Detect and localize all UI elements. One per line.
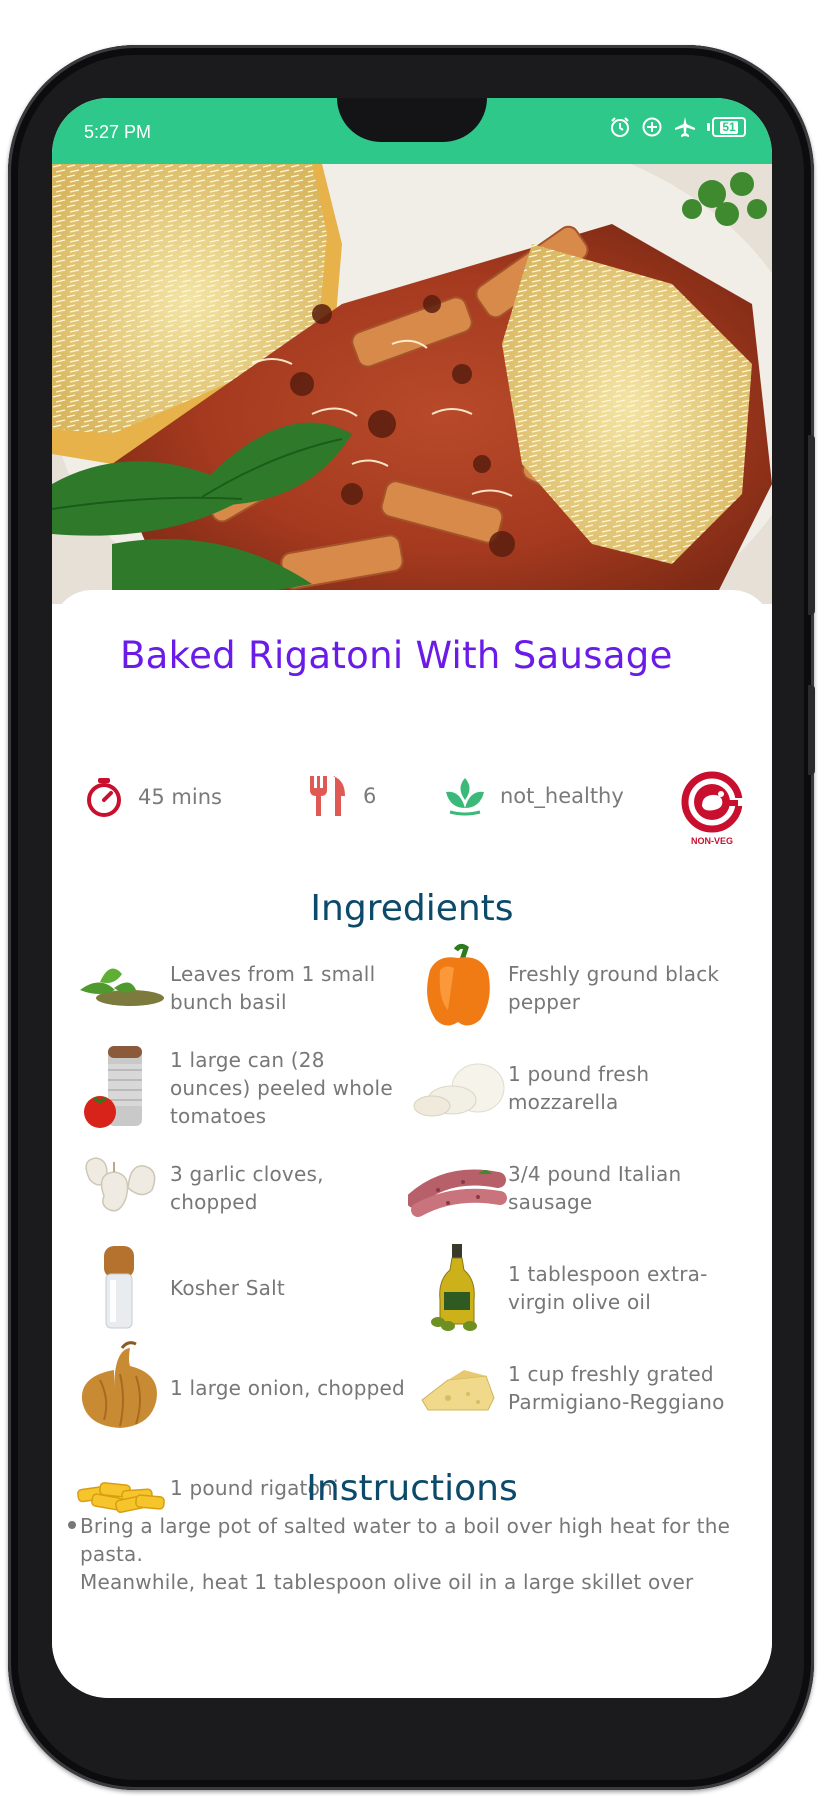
leaf-icon <box>446 778 484 816</box>
ingredient-text: Kosher Salt <box>170 1275 285 1300</box>
status-time: 5:27 PM <box>84 122 152 142</box>
instruction-line: Bring a large pot of salted water to a b… <box>80 1514 731 1566</box>
ingredient-item: 1 tablespoon extra-virgin olive oil <box>408 1240 748 1335</box>
status-icons: 51 <box>609 116 746 138</box>
ingredient-text: 1 large can (28 ounces) peeled whole tom… <box>170 1047 393 1128</box>
ingredient-text: 1 tablespoon extra-virgin olive oil <box>508 1261 708 1314</box>
tomato-can-icon <box>84 1046 142 1128</box>
ingredient-item: 3 garlic cloves, chopped <box>70 1140 410 1235</box>
recipe-hero-image <box>52 164 772 604</box>
ingredient-item: 1 large onion, chopped <box>70 1340 410 1435</box>
cook-time: 45 mins <box>84 776 222 818</box>
salt-shaker-icon <box>104 1246 134 1329</box>
health-value: not_healthy <box>500 784 624 808</box>
chicken-icon <box>681 771 744 833</box>
airplane-icon <box>675 117 695 137</box>
sausage-icon <box>408 1169 507 1217</box>
servings: 6 <box>307 774 376 818</box>
ingredients-heading: Ingredients <box>310 888 514 929</box>
non-veg-label: NON-VEG <box>690 836 733 846</box>
screen: 5:27 PM 51 Baked Rigatoni With Sausage 4… <box>52 98 772 1698</box>
instruction-line: Meanwhile, heat 1 tablespoon olive oil i… <box>80 1570 694 1594</box>
ingredient-item: Kosher Salt <box>70 1240 410 1335</box>
bullet-dot <box>68 1521 76 1529</box>
ingredient-text: 1 pound fresh mozzarella <box>508 1061 650 1114</box>
ingredient-text: Leaves from 1 small bunch basil <box>170 961 376 1014</box>
ingredient-item: 1 large can (28 ounces) peeled whole tom… <box>70 1040 410 1135</box>
timer-icon <box>87 778 121 817</box>
battery-level: 51 <box>720 119 738 134</box>
ingredient-item: 1 pound fresh mozzarella <box>408 1040 748 1135</box>
health-status: not_healthy <box>444 776 624 816</box>
instructions-text: Bring a large pot of salted water to a b… <box>68 1512 744 1596</box>
basil-icon <box>80 968 164 1006</box>
ingredient-text: 3/4 pound Italian sausage <box>508 1161 682 1214</box>
ingredient-text: 3 garlic cloves, chopped <box>170 1161 324 1214</box>
notch <box>337 98 487 142</box>
data-saver-icon <box>642 117 662 137</box>
cutlery-icon <box>310 776 345 816</box>
power-button <box>808 685 815 775</box>
ingredient-item: 1 cup freshly grated Parmigiano-Reggiano <box>408 1340 748 1435</box>
ingredient-item: 3/4 pound Italian sausage <box>408 1140 748 1235</box>
mozzarella-icon <box>413 1063 505 1117</box>
recipe-title: Baked Rigatoni With Sausage <box>120 634 673 677</box>
ingredient-text: 1 cup freshly grated Parmigiano-Reggiano <box>508 1361 725 1414</box>
garlic-icon <box>85 1157 156 1212</box>
parmesan-icon <box>421 1370 495 1411</box>
ingredient-text: 1 large onion, chopped <box>170 1375 405 1400</box>
volume-button <box>808 435 815 615</box>
bell-pepper-icon <box>427 943 490 1026</box>
alarm-icon <box>611 117 629 137</box>
servings-value: 6 <box>363 784 377 808</box>
olive-oil-icon <box>431 1244 477 1331</box>
ingredient-item: Leaves from 1 small bunch basil <box>70 940 410 1035</box>
battery-icon: 51 <box>707 117 746 137</box>
ingredient-item: Freshly ground black pepper <box>408 940 748 1035</box>
ingredient-text: Freshly ground black pepper <box>508 961 720 1014</box>
onion-icon <box>81 1341 157 1428</box>
recipe-card: Baked Rigatoni With Sausage 45 mins 6 no… <box>52 590 772 1698</box>
cook-time-value: 45 mins <box>138 785 222 809</box>
instructions-heading: Instructions <box>306 1468 518 1509</box>
non-veg-badge: NON-VEG <box>680 770 744 848</box>
